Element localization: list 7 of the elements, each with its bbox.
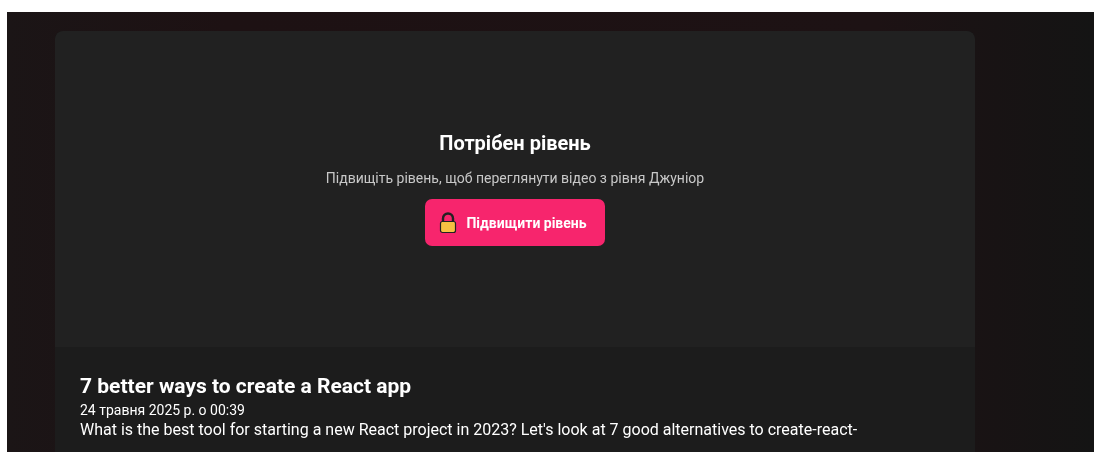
post-excerpt: What is the best tool for starting a new React project in 2023? Let's look at 7 good alternatives to create-react- <box>80 420 859 439</box>
post-date: 24 травня 2025 р. о 00:39 <box>80 402 246 419</box>
upgrade-button[interactable]: Підвищити рівень <box>425 199 605 246</box>
locked-message: Підвищіть рівень, щоб переглянути відео з рівня Джуніор <box>325 169 705 187</box>
locked-title: Потрібен рівень <box>439 131 591 155</box>
lock-icon <box>439 211 458 234</box>
post-title: 7 better ways to create a React app <box>80 373 413 399</box>
